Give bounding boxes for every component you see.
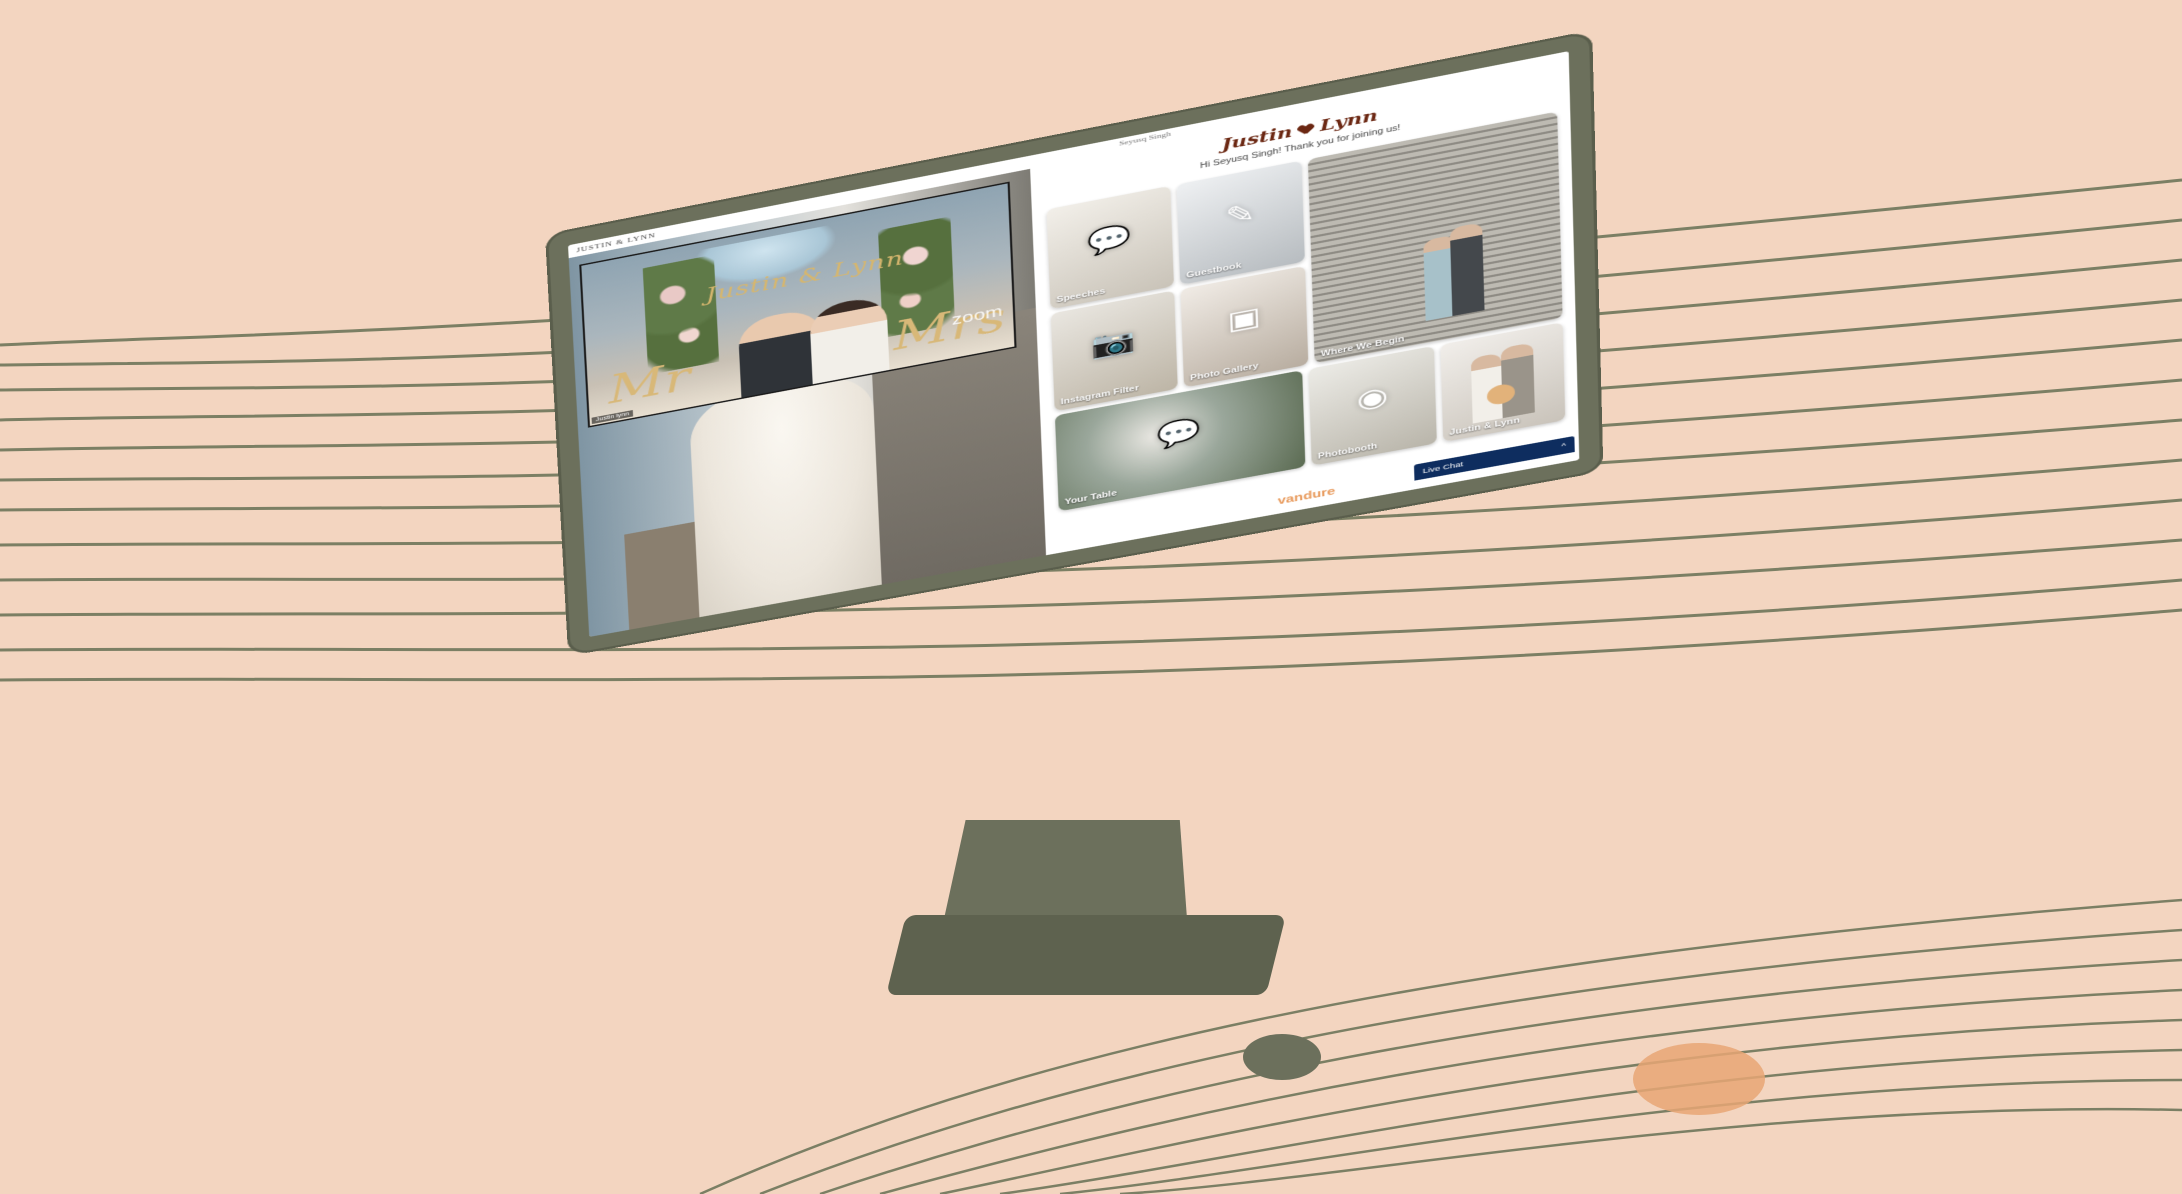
monitor-stand-base (886, 915, 1286, 995)
pen-book-icon: ✎ (1224, 198, 1256, 232)
video-sign-mr: Mr (607, 352, 692, 413)
tile-photobooth[interactable]: ◉ Photobooth (1308, 345, 1437, 466)
couple-photo-groom (1449, 222, 1485, 317)
speech-bubble-icon: 💬 (1087, 221, 1133, 258)
tile-photo-gallery[interactable]: ▣ Photo Gallery (1180, 265, 1309, 388)
decorative-dot-green (1243, 1034, 1321, 1080)
photo-icon: ▣ (1226, 302, 1262, 336)
tile-label: Guestbook (1186, 261, 1242, 281)
tile-label: Photobooth (1317, 442, 1378, 462)
tile-instagram-filter[interactable]: 📷 Instagram Filter (1050, 290, 1178, 412)
tile-justin-lynn[interactable]: Justin & Lynn (1440, 322, 1566, 443)
photobooth-icon: ◉ (1356, 381, 1389, 415)
camera-icon: 📷 (1091, 325, 1137, 362)
chevron-up-icon[interactable]: ^ (1561, 442, 1566, 450)
live-chat-label: Live Chat (1422, 460, 1464, 475)
couple-photo-groom (1500, 342, 1535, 419)
video-bride-dress (688, 367, 882, 621)
tile-speeches[interactable]: 💬 Speeches (1046, 185, 1174, 310)
heart-icon (1299, 124, 1314, 136)
tile-guestbook[interactable]: ✎ Guestbook (1176, 160, 1305, 285)
tile-where-we-begin[interactable]: Where We Begin (1307, 111, 1563, 364)
chat-bubbles-icon: 💬 (1156, 415, 1203, 452)
tile-label: Speeches (1056, 287, 1106, 305)
tile-label: Your Table (1064, 489, 1117, 507)
decorative-dot-orange (1633, 1043, 1765, 1115)
